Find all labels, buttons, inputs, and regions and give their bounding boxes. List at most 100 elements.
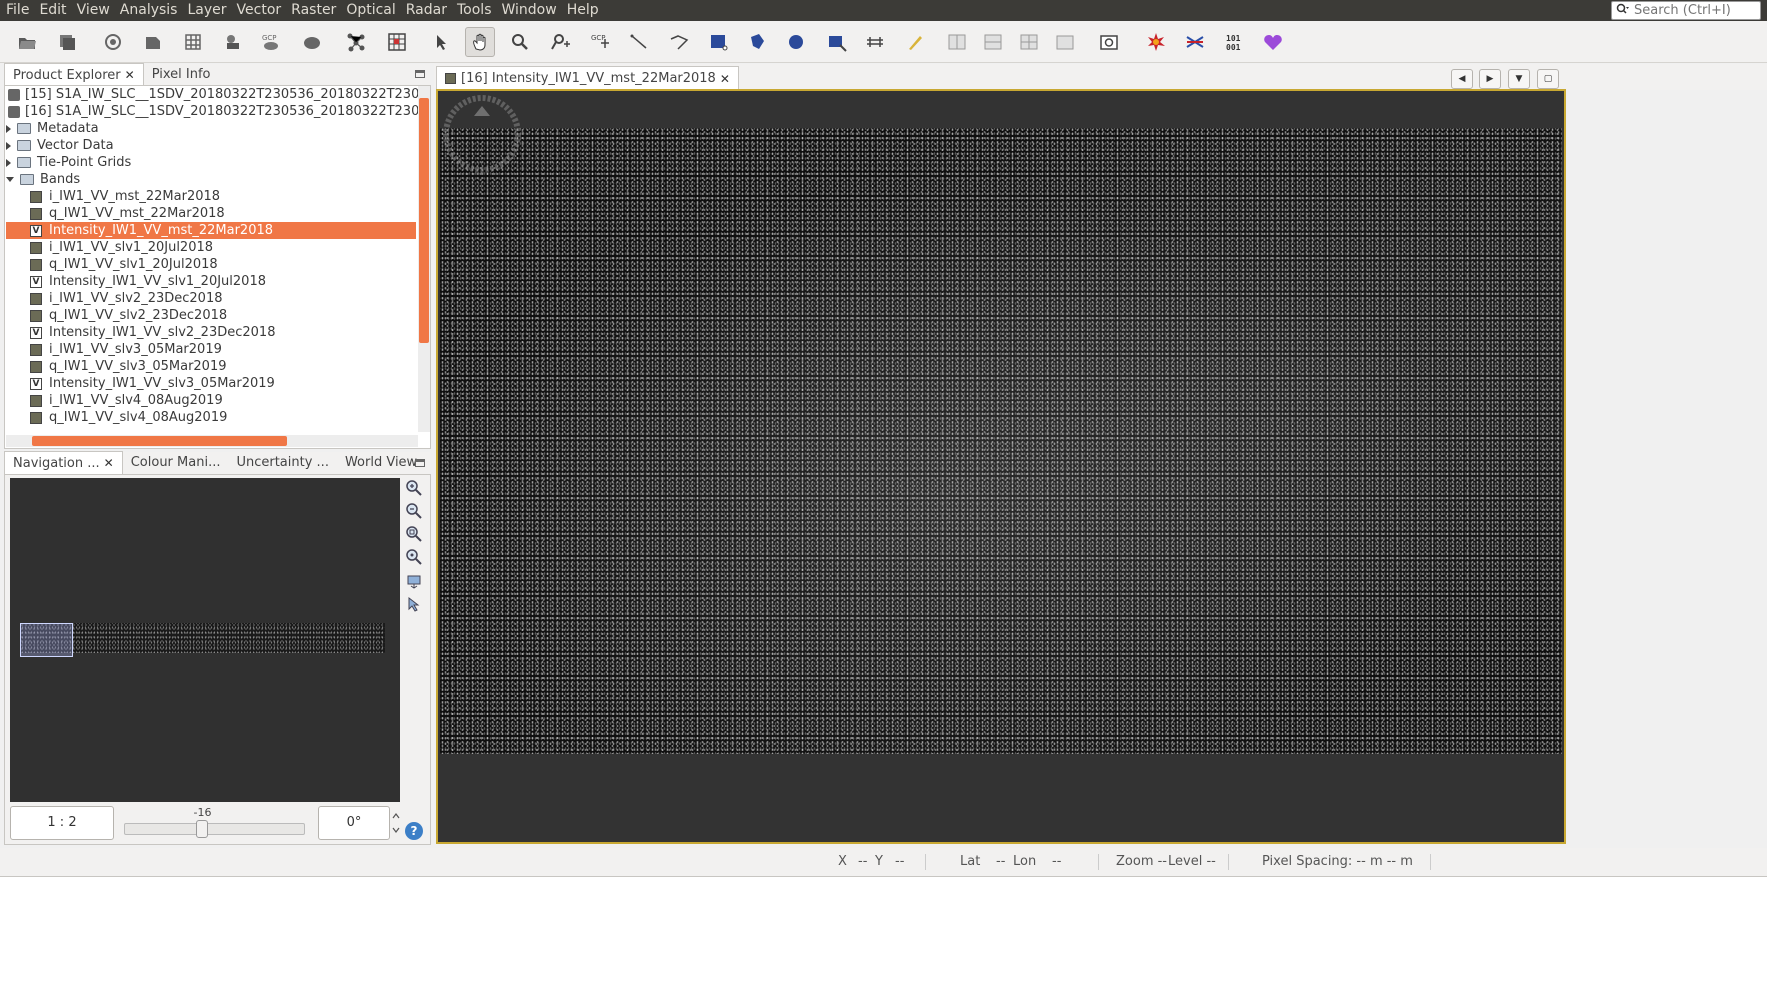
tree-folder-tie-point-grids[interactable]: Tie-Point Grids	[6, 154, 131, 171]
open-product-icon[interactable]	[12, 27, 42, 57]
product-library-icon[interactable]	[98, 27, 128, 57]
pin-tool-icon[interactable]	[545, 27, 575, 57]
close-icon[interactable]: ✕	[720, 68, 730, 90]
tree-horizontal-scrollbar[interactable]	[6, 435, 418, 447]
menu-layer[interactable]: Layer	[182, 0, 231, 21]
tree-band[interactable]: q_IW1_VV_slv2_23Dec2018	[30, 307, 227, 324]
help-icon[interactable]: ?	[405, 822, 423, 840]
scroll-tabs-right-icon[interactable]: ▶	[1479, 69, 1501, 89]
navigation-compass-icon[interactable]	[440, 92, 524, 176]
scale-field[interactable]: 1 : 2	[10, 806, 114, 840]
zoom-slider-track[interactable]	[124, 823, 305, 835]
expand-icon[interactable]	[6, 158, 11, 167]
tree-band[interactable]: q_IW1_VV_slv1_20Jul2018	[30, 256, 218, 273]
tree-vertical-scrollbar[interactable]	[418, 86, 430, 432]
polygon-tool-icon[interactable]	[742, 27, 772, 57]
expand-icon[interactable]	[6, 124, 11, 133]
zoom-out-icon[interactable]	[404, 501, 424, 521]
menu-radar[interactable]: Radar	[401, 0, 452, 21]
gcp-icon[interactable]: GCP	[256, 27, 286, 57]
tree-product-15[interactable]: [15] S1A_IW_SLC__1SDV_20180322T230536_20…	[8, 86, 418, 103]
binary-icon[interactable]: 101 001	[1219, 27, 1249, 57]
menu-tools[interactable]: Tools	[452, 0, 497, 21]
subset-icon[interactable]	[218, 27, 248, 57]
scroll-thumb[interactable]	[32, 436, 287, 446]
tile-single-icon[interactable]	[1050, 27, 1080, 57]
tree-band[interactable]: i_IW1_VV_mst_22Mar2018	[30, 188, 220, 205]
tree-band[interactable]: V Intensity_IW1_VV_slv2_23Dec2018	[30, 324, 275, 341]
tree-band[interactable]: q_IW1_VV_mst_22Mar2018	[30, 205, 225, 222]
zoom-in-icon[interactable]	[404, 478, 424, 498]
tab-world-view[interactable]: World View	[337, 452, 425, 474]
menu-edit[interactable]: Edit	[34, 0, 71, 21]
rotation-spinner[interactable]	[391, 806, 401, 840]
tab-uncertainty[interactable]: Uncertainty ...	[228, 452, 336, 474]
minimize-icon[interactable]	[415, 459, 425, 467]
scroll-thumb[interactable]	[419, 98, 429, 343]
line-tool-icon[interactable]	[624, 27, 654, 57]
tree-band[interactable]: V Intensity_IW1_VV_slv1_20Jul2018	[30, 273, 266, 290]
search-input[interactable]	[1634, 3, 1754, 18]
tile-horizontal-icon[interactable]	[978, 27, 1008, 57]
grid-icon[interactable]	[178, 27, 208, 57]
overview-viewport-box[interactable]	[20, 623, 73, 657]
menu-analysis[interactable]: Analysis	[115, 0, 183, 21]
tree-folder-metadata[interactable]: Metadata	[6, 120, 99, 137]
tab-image-view[interactable]: [16] Intensity_IW1_VV_mst_22Mar2018 ✕	[436, 66, 739, 90]
tree-band[interactable]: q_IW1_VV_slv4_08Aug2019	[30, 409, 227, 426]
plugin-icon[interactable]	[1258, 27, 1288, 57]
ellipse-tool-icon[interactable]	[781, 27, 811, 57]
zoom-actual-icon[interactable]	[404, 524, 424, 544]
tile-grid-icon[interactable]	[1014, 27, 1044, 57]
explosion-icon[interactable]	[1141, 27, 1171, 57]
tree-band-selected[interactable]: V Intensity_IW1_VV_mst_22Mar2018	[6, 222, 416, 239]
tab-list-icon[interactable]: ▼	[1508, 69, 1530, 89]
pan-tool-icon[interactable]	[465, 27, 495, 57]
select-tool-icon[interactable]	[426, 27, 456, 57]
menu-vector[interactable]: Vector	[232, 0, 287, 21]
scroll-tabs-left-icon[interactable]: ◀	[1451, 69, 1473, 89]
zoom-tool-icon[interactable]	[505, 27, 535, 57]
menu-window[interactable]: Window	[497, 0, 562, 21]
collapse-icon[interactable]	[6, 177, 14, 182]
pixel-grid-icon[interactable]	[382, 27, 412, 57]
tab-navigation[interactable]: Navigation ... ✕	[4, 451, 123, 475]
range-finder-icon[interactable]	[860, 27, 890, 57]
magic-wand-icon[interactable]	[822, 27, 852, 57]
tree-band[interactable]: q_IW1_VV_slv3_05Mar2019	[30, 358, 227, 375]
sync-views-icon[interactable]	[404, 571, 424, 591]
zoom-all-icon[interactable]	[404, 547, 424, 567]
tree-folder-bands[interactable]: Bands	[6, 171, 80, 188]
menu-help[interactable]: Help	[562, 0, 604, 21]
gcp-tool-icon[interactable]: GCP	[585, 27, 615, 57]
maximize-icon[interactable]: ▢	[1537, 69, 1559, 89]
tree-band[interactable]: i_IW1_VV_slv2_23Dec2018	[30, 290, 223, 307]
menu-file[interactable]: File	[0, 0, 34, 21]
sar-intensity-image[interactable]	[440, 128, 1562, 754]
tree-product-16[interactable]: [16] S1A_IW_SLC__1SDV_20180322T230536_20…	[8, 103, 418, 120]
close-icon[interactable]: ✕	[104, 456, 114, 470]
minimize-icon[interactable]	[415, 70, 425, 78]
menu-optical[interactable]: Optical	[341, 0, 400, 21]
save-product-icon[interactable]	[52, 27, 82, 57]
draw-tool-icon[interactable]	[900, 27, 930, 57]
terrain-icon[interactable]	[297, 27, 327, 57]
network-icon[interactable]	[341, 27, 371, 57]
expand-icon[interactable]	[6, 141, 11, 150]
menu-raster[interactable]: Raster	[286, 0, 341, 21]
search-box[interactable]	[1611, 1, 1761, 20]
tile-evenly-icon[interactable]	[942, 27, 972, 57]
tab-colour-manipulation[interactable]: Colour Mani...	[123, 452, 229, 474]
tree-folder-vector-data[interactable]: Vector Data	[6, 137, 114, 154]
tree-band[interactable]: i_IW1_VV_slv4_08Aug2019	[30, 392, 223, 409]
sync-cursor-icon[interactable]	[404, 594, 424, 614]
snapshot-icon[interactable]	[1094, 27, 1124, 57]
close-icon[interactable]: ✕	[125, 68, 135, 82]
tab-pixel-info[interactable]: Pixel Info	[144, 64, 219, 86]
tree-band[interactable]: V Intensity_IW1_VV_slv3_05Mar2019	[30, 375, 275, 392]
graph-builder-icon[interactable]	[138, 27, 168, 57]
tree-band[interactable]: i_IW1_VV_slv3_05Mar2019	[30, 341, 222, 358]
rectangle-tool-icon[interactable]	[703, 27, 733, 57]
tree-band[interactable]: i_IW1_VV_slv1_20Jul2018	[30, 239, 213, 256]
menu-view[interactable]: View	[72, 0, 115, 21]
